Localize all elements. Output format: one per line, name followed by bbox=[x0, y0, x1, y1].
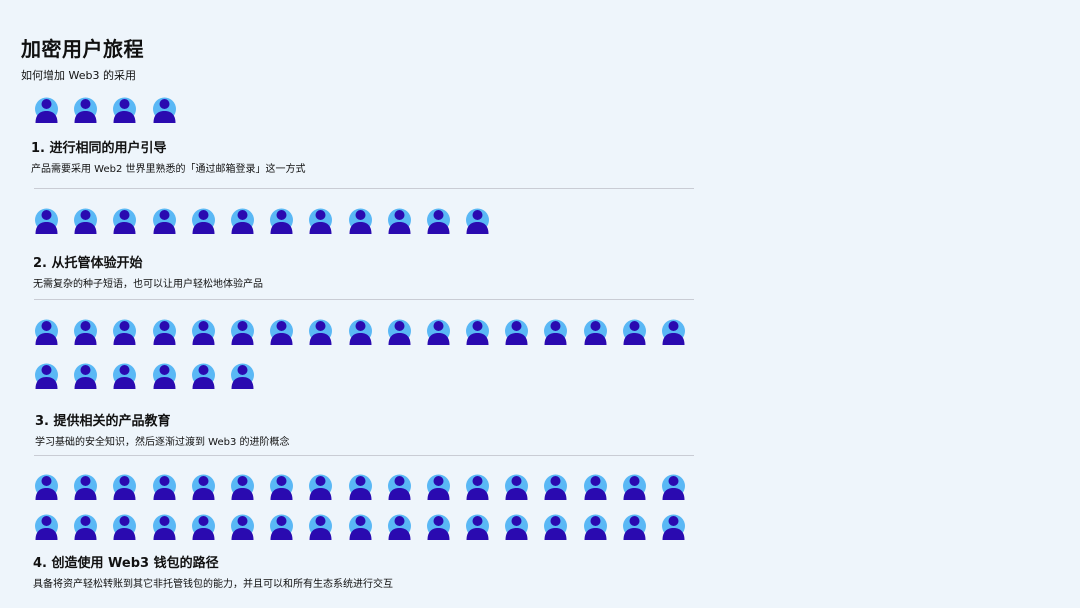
person-icon bbox=[151, 319, 178, 346]
step-3-icons-row-2 bbox=[33, 363, 268, 390]
person-icon bbox=[464, 319, 491, 346]
person-icon bbox=[229, 319, 256, 346]
person-icon bbox=[503, 474, 530, 501]
person-icon bbox=[190, 363, 217, 390]
person-icon bbox=[268, 208, 295, 235]
person-icon bbox=[111, 97, 138, 124]
person-icon bbox=[307, 474, 334, 501]
person-icon bbox=[425, 319, 452, 346]
person-icon bbox=[464, 474, 491, 501]
person-icon bbox=[307, 319, 334, 346]
step-4-icons-row-2 bbox=[33, 514, 699, 541]
person-icon bbox=[229, 208, 256, 235]
person-icon bbox=[386, 208, 413, 235]
step-1-desc: 产品需要采用 Web2 世界里熟悉的「通过邮箱登录」这一方式 bbox=[31, 164, 306, 175]
person-icon bbox=[621, 514, 648, 541]
step-4-desc: 具备将资产轻松转账到其它非托管钱包的能力，并且可以和所有生态系统进行交互 bbox=[33, 579, 393, 590]
step-3-title: 3. 提供相关的产品教育 bbox=[35, 414, 171, 429]
person-icon bbox=[229, 474, 256, 501]
person-icon bbox=[582, 514, 609, 541]
divider-3 bbox=[34, 455, 694, 456]
person-icon bbox=[425, 514, 452, 541]
person-icon bbox=[268, 474, 295, 501]
person-icon bbox=[72, 363, 99, 390]
step-3-desc: 学习基础的安全知识，然后逐渐过渡到 Web3 的进阶概念 bbox=[35, 437, 290, 448]
person-icon bbox=[660, 319, 687, 346]
page-title: 加密用户旅程 bbox=[21, 37, 144, 61]
person-icon bbox=[621, 319, 648, 346]
person-icon bbox=[33, 208, 60, 235]
person-icon bbox=[425, 474, 452, 501]
step-4-title: 4. 创造使用 Web3 钱包的路径 bbox=[33, 556, 219, 571]
person-icon bbox=[660, 514, 687, 541]
person-icon bbox=[72, 319, 99, 346]
person-icon bbox=[33, 514, 60, 541]
person-icon bbox=[72, 514, 99, 541]
divider-2 bbox=[34, 299, 694, 300]
person-icon bbox=[386, 319, 413, 346]
person-icon bbox=[386, 474, 413, 501]
person-icon bbox=[268, 319, 295, 346]
person-icon bbox=[111, 319, 138, 346]
person-icon bbox=[72, 474, 99, 501]
person-icon bbox=[111, 514, 138, 541]
person-icon bbox=[72, 97, 99, 124]
person-icon bbox=[33, 474, 60, 501]
person-icon bbox=[190, 514, 217, 541]
person-icon bbox=[307, 514, 334, 541]
person-icon bbox=[33, 97, 60, 124]
person-icon bbox=[268, 514, 295, 541]
person-icon bbox=[621, 474, 648, 501]
person-icon bbox=[33, 363, 60, 390]
person-icon bbox=[151, 363, 178, 390]
person-icon bbox=[151, 474, 178, 501]
person-icon bbox=[386, 514, 413, 541]
person-icon bbox=[111, 208, 138, 235]
person-icon bbox=[542, 474, 569, 501]
person-icon bbox=[229, 363, 256, 390]
person-icon bbox=[503, 514, 530, 541]
person-icon bbox=[347, 319, 374, 346]
person-icon bbox=[190, 319, 217, 346]
step-1-icons bbox=[33, 97, 190, 124]
person-icon bbox=[660, 474, 687, 501]
person-icon bbox=[151, 514, 178, 541]
person-icon bbox=[151, 97, 178, 124]
person-icon bbox=[582, 319, 609, 346]
person-icon bbox=[111, 363, 138, 390]
step-1-title: 1. 进行相同的用户引导 bbox=[31, 141, 167, 156]
person-icon bbox=[307, 208, 334, 235]
person-icon bbox=[229, 514, 256, 541]
step-3-icons-row-1 bbox=[33, 319, 699, 346]
step-2-title: 2. 从托管体验开始 bbox=[33, 256, 143, 271]
person-icon bbox=[542, 319, 569, 346]
person-icon bbox=[190, 208, 217, 235]
person-icon bbox=[542, 514, 569, 541]
step-4-icons-row-1 bbox=[33, 474, 699, 501]
person-icon bbox=[33, 319, 60, 346]
person-icon bbox=[72, 208, 99, 235]
step-2-icons bbox=[33, 208, 503, 235]
person-icon bbox=[464, 208, 491, 235]
person-icon bbox=[347, 474, 374, 501]
page-subtitle: 如何增加 Web3 的采用 bbox=[21, 69, 136, 82]
person-icon bbox=[151, 208, 178, 235]
person-icon bbox=[464, 514, 491, 541]
person-icon bbox=[582, 474, 609, 501]
person-icon bbox=[190, 474, 217, 501]
person-icon bbox=[347, 514, 374, 541]
person-icon bbox=[347, 208, 374, 235]
divider-1 bbox=[34, 188, 694, 189]
person-icon bbox=[425, 208, 452, 235]
person-icon bbox=[503, 319, 530, 346]
person-icon bbox=[111, 474, 138, 501]
step-2-desc: 无需复杂的种子短语，也可以让用户轻松地体验产品 bbox=[33, 279, 263, 290]
